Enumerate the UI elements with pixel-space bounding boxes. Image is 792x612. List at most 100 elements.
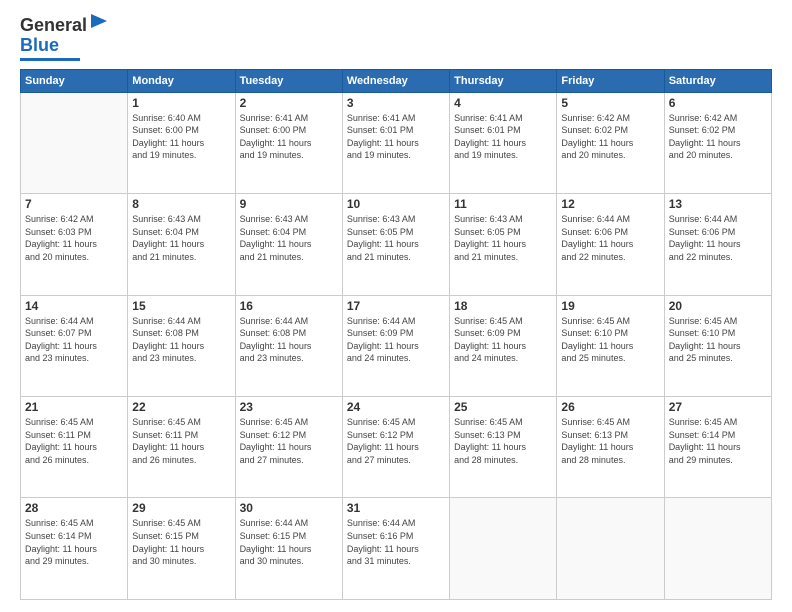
day-info: Sunrise: 6:44 AMSunset: 6:07 PMDaylight:… <box>25 315 123 365</box>
calendar-week-row: 7 Sunrise: 6:42 AMSunset: 6:03 PMDaylight… <box>21 194 772 295</box>
day-number: 9 <box>240 197 338 211</box>
col-monday: Monday <box>128 69 235 92</box>
logo-blue: Blue <box>20 36 59 56</box>
day-info: Sunrise: 6:45 AMSunset: 6:14 PMDaylight:… <box>25 517 123 567</box>
day-number: 15 <box>132 299 230 313</box>
day-info: Sunrise: 6:45 AMSunset: 6:09 PMDaylight:… <box>454 315 552 365</box>
day-number: 30 <box>240 501 338 515</box>
day-info: Sunrise: 6:44 AMSunset: 6:08 PMDaylight:… <box>132 315 230 365</box>
table-row: 15 Sunrise: 6:44 AMSunset: 6:08 PMDayligh… <box>128 295 235 396</box>
table-row: 4Sunrise: 6:41 AMSunset: 6:01 PMDaylight… <box>450 92 557 193</box>
page: General Blue Sunday Monday Tuesday <box>0 0 792 612</box>
day-number: 1 <box>132 96 230 110</box>
day-number: 4 <box>454 96 552 110</box>
day-number: 28 <box>25 501 123 515</box>
table-row: 10 Sunrise: 6:43 AMSunset: 6:05 PMDayligh… <box>342 194 449 295</box>
day-number: 22 <box>132 400 230 414</box>
day-info: Sunrise: 6:40 AMSunset: 6:00 PMDaylight:… <box>132 112 230 162</box>
day-number: 11 <box>454 197 552 211</box>
table-row <box>450 498 557 600</box>
day-number: 16 <box>240 299 338 313</box>
table-row: 21 Sunrise: 6:45 AMSunset: 6:11 PMDayligh… <box>21 397 128 498</box>
day-info: Sunrise: 6:44 AMSunset: 6:15 PMDaylight:… <box>240 517 338 567</box>
header: General Blue <box>20 16 772 61</box>
table-row: 29Sunrise: 6:45 AMSunset: 6:15 PMDayligh… <box>128 498 235 600</box>
day-info: Sunrise: 6:44 AMSunset: 6:08 PMDaylight:… <box>240 315 338 365</box>
table-row: 3 Sunrise: 6:41 AMSunset: 6:01 PMDaylight… <box>342 92 449 193</box>
day-info: Sunrise: 6:45 AMSunset: 6:10 PMDaylight:… <box>669 315 767 365</box>
table-row: 12Sunrise: 6:44 AMSunset: 6:06 PMDayligh… <box>557 194 664 295</box>
day-info: Sunrise: 6:45 AMSunset: 6:10 PMDaylight:… <box>561 315 659 365</box>
day-number: 5 <box>561 96 659 110</box>
table-row: 30 Sunrise: 6:44 AMSunset: 6:15 PMDayligh… <box>235 498 342 600</box>
day-info: Sunrise: 6:41 AMSunset: 6:00 PMDaylight:… <box>240 112 338 162</box>
table-row: 26Sunrise: 6:45 AMSunset: 6:13 PMDayligh… <box>557 397 664 498</box>
col-tuesday: Tuesday <box>235 69 342 92</box>
day-number: 26 <box>561 400 659 414</box>
table-row: 19 Sunrise: 6:45 AMSunset: 6:10 PMDayligh… <box>557 295 664 396</box>
day-number: 7 <box>25 197 123 211</box>
table-row: 6Sunrise: 6:42 AMSunset: 6:02 PMDaylight… <box>664 92 771 193</box>
day-number: 20 <box>669 299 767 313</box>
day-info: Sunrise: 6:45 AMSunset: 6:11 PMDaylight:… <box>25 416 123 466</box>
day-info: Sunrise: 6:43 AMSunset: 6:05 PMDaylight:… <box>454 213 552 263</box>
day-info: Sunrise: 6:44 AMSunset: 6:16 PMDaylight:… <box>347 517 445 567</box>
col-thursday: Thursday <box>450 69 557 92</box>
day-info: Sunrise: 6:45 AMSunset: 6:12 PMDaylight:… <box>240 416 338 466</box>
table-row: 16 Sunrise: 6:44 AMSunset: 6:08 PMDayligh… <box>235 295 342 396</box>
day-info: Sunrise: 6:45 AMSunset: 6:13 PMDaylight:… <box>454 416 552 466</box>
day-info: Sunrise: 6:44 AMSunset: 6:09 PMDaylight:… <box>347 315 445 365</box>
table-row: 8 Sunrise: 6:43 AMSunset: 6:04 PMDaylight… <box>128 194 235 295</box>
calendar-week-row: 28 Sunrise: 6:45 AMSunset: 6:14 PMDayligh… <box>21 498 772 600</box>
day-number: 19 <box>561 299 659 313</box>
col-friday: Friday <box>557 69 664 92</box>
day-info: Sunrise: 6:43 AMSunset: 6:04 PMDaylight:… <box>240 213 338 263</box>
logo: General Blue <box>20 16 107 61</box>
table-row: 27 Sunrise: 6:45 AMSunset: 6:14 PMDayligh… <box>664 397 771 498</box>
day-info: Sunrise: 6:41 AMSunset: 6:01 PMDaylight:… <box>347 112 445 162</box>
day-number: 10 <box>347 197 445 211</box>
table-row: 24Sunrise: 6:45 AMSunset: 6:12 PMDayligh… <box>342 397 449 498</box>
calendar-week-row: 1 Sunrise: 6:40 AMSunset: 6:00 PMDaylight… <box>21 92 772 193</box>
day-number: 18 <box>454 299 552 313</box>
table-row: 25Sunrise: 6:45 AMSunset: 6:13 PMDayligh… <box>450 397 557 498</box>
day-info: Sunrise: 6:43 AMSunset: 6:04 PMDaylight:… <box>132 213 230 263</box>
day-number: 12 <box>561 197 659 211</box>
table-row: 1 Sunrise: 6:40 AMSunset: 6:00 PMDaylight… <box>128 92 235 193</box>
table-row: 31 Sunrise: 6:44 AMSunset: 6:16 PMDayligh… <box>342 498 449 600</box>
calendar-table: Sunday Monday Tuesday Wednesday Thursday… <box>20 69 772 600</box>
table-row: 17 Sunrise: 6:44 AMSunset: 6:09 PMDayligh… <box>342 295 449 396</box>
table-row: 5 Sunrise: 6:42 AMSunset: 6:02 PMDaylight… <box>557 92 664 193</box>
day-number: 3 <box>347 96 445 110</box>
day-number: 21 <box>25 400 123 414</box>
day-info: Sunrise: 6:42 AMSunset: 6:03 PMDaylight:… <box>25 213 123 263</box>
col-sunday: Sunday <box>21 69 128 92</box>
table-row <box>21 92 128 193</box>
table-row: 7 Sunrise: 6:42 AMSunset: 6:03 PMDaylight… <box>21 194 128 295</box>
col-saturday: Saturday <box>664 69 771 92</box>
table-row: 23Sunrise: 6:45 AMSunset: 6:12 PMDayligh… <box>235 397 342 498</box>
logo-underline <box>20 58 80 61</box>
logo-arrow-icon <box>91 14 107 33</box>
logo-general: General <box>20 16 87 36</box>
calendar-header-row: Sunday Monday Tuesday Wednesday Thursday… <box>21 69 772 92</box>
day-info: Sunrise: 6:42 AMSunset: 6:02 PMDaylight:… <box>561 112 659 162</box>
day-number: 27 <box>669 400 767 414</box>
table-row: 13Sunrise: 6:44 AMSunset: 6:06 PMDayligh… <box>664 194 771 295</box>
day-number: 17 <box>347 299 445 313</box>
table-row: 18 Sunrise: 6:45 AMSunset: 6:09 PMDayligh… <box>450 295 557 396</box>
day-number: 31 <box>347 501 445 515</box>
table-row: 22Sunrise: 6:45 AMSunset: 6:11 PMDayligh… <box>128 397 235 498</box>
table-row: 14Sunrise: 6:44 AMSunset: 6:07 PMDayligh… <box>21 295 128 396</box>
table-row <box>664 498 771 600</box>
table-row: 9 Sunrise: 6:43 AMSunset: 6:04 PMDaylight… <box>235 194 342 295</box>
day-number: 24 <box>347 400 445 414</box>
day-info: Sunrise: 6:45 AMSunset: 6:14 PMDaylight:… <box>669 416 767 466</box>
table-row: 2Sunrise: 6:41 AMSunset: 6:00 PMDaylight… <box>235 92 342 193</box>
day-number: 13 <box>669 197 767 211</box>
table-row: 11 Sunrise: 6:43 AMSunset: 6:05 PMDayligh… <box>450 194 557 295</box>
table-row: 28 Sunrise: 6:45 AMSunset: 6:14 PMDayligh… <box>21 498 128 600</box>
day-info: Sunrise: 6:43 AMSunset: 6:05 PMDaylight:… <box>347 213 445 263</box>
table-row: 20 Sunrise: 6:45 AMSunset: 6:10 PMDayligh… <box>664 295 771 396</box>
day-number: 8 <box>132 197 230 211</box>
